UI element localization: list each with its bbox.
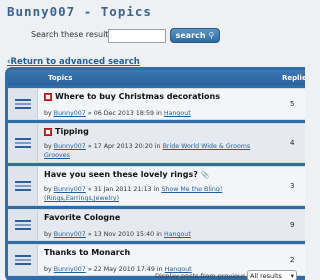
- topic-title[interactable]: Favorite Cologne: [44, 213, 276, 222]
- new-post-icon[interactable]: [44, 92, 52, 101]
- header-topics: Topics: [48, 74, 73, 82]
- page-title: Bunny007 - Topics: [7, 4, 152, 19]
- topic-replies: 5: [290, 100, 295, 108]
- search-label: Search these results:: [31, 30, 116, 39]
- topic-author-link[interactable]: Bunny007: [54, 186, 86, 193]
- topic-author-link[interactable]: Bunny007: [54, 231, 86, 238]
- topic-title[interactable]: Tipping: [44, 127, 276, 136]
- topic-date: 06 Dec 2013 18:59: [93, 110, 155, 117]
- return-to-advanced-search-link[interactable]: ‹Return to advanced search: [7, 57, 140, 67]
- topic-icon-cell: [8, 124, 38, 162]
- return-link-label: Return to advanced search: [10, 57, 140, 67]
- topic-replies: 9: [290, 221, 295, 229]
- topic-replies: 3: [290, 182, 295, 190]
- topic-title[interactable]: Have you seen these lovely rings? 📎: [44, 170, 276, 179]
- header-replies: Replies: [282, 74, 305, 82]
- search-icon: ⚲: [208, 31, 215, 40]
- topic-title[interactable]: Thanks to Monarch: [44, 248, 276, 257]
- chevron-down-icon: ▾: [290, 271, 294, 280]
- topic-icon-cell: [8, 167, 38, 205]
- topic-read-icon: [14, 138, 31, 148]
- display-posts-select[interactable]: All results ▾: [247, 270, 297, 280]
- topic-read-icon: [14, 255, 31, 265]
- search-row: Search these results: search ⚲: [0, 27, 300, 47]
- topic-row: Favorite Cologne by Bunny007 » 13 Nov 20…: [8, 209, 305, 241]
- new-post-icon[interactable]: [44, 127, 52, 136]
- display-filter-row: Display posts from previous All results …: [0, 270, 300, 280]
- attachment-icon: 📎: [200, 170, 210, 179]
- topic-title-text: Have you seen these lovely rings?: [44, 170, 198, 179]
- search-input[interactable]: [108, 29, 166, 43]
- topic-meta: by Bunny007 » 13 Nov 2010 15:40 in Hango…: [44, 231, 191, 238]
- topic-meta: by Bunny007 » 06 Dec 2013 18:59 in Hango…: [44, 110, 191, 117]
- topic-meta: by Bunny007 » 17 Apr 2013 20:20 in Bride…: [44, 143, 251, 159]
- topic-read-icon: [14, 181, 31, 191]
- topic-list-panel: Topics Replies Where to buy Christmas de…: [5, 67, 305, 280]
- display-posts-label: Display posts from previous: [155, 272, 246, 280]
- topic-list-header: Topics Replies: [8, 70, 305, 85]
- topic-title-text: Tipping: [55, 127, 89, 136]
- topic-read-icon: [14, 220, 31, 230]
- topic-title-text: Thanks to Monarch: [44, 248, 131, 257]
- topic-title-text: Where to buy Christmas decorations: [55, 92, 221, 101]
- search-button[interactable]: search ⚲: [170, 28, 220, 43]
- topic-row: Have you seen these lovely rings? 📎 by B…: [8, 166, 305, 206]
- topic-date: 17 Apr 2013 20:20: [93, 143, 153, 150]
- topic-read-icon: [14, 99, 31, 109]
- topic-title-text: Favorite Cologne: [44, 213, 121, 222]
- topic-title[interactable]: Where to buy Christmas decorations: [44, 92, 276, 101]
- topic-date: 13 Nov 2010 15:40: [93, 231, 155, 238]
- topic-author-link[interactable]: Bunny007: [54, 143, 86, 150]
- topic-replies: 4: [290, 139, 295, 147]
- topic-row: Where to buy Christmas decorations by Bu…: [8, 88, 305, 120]
- topic-author-link[interactable]: Bunny007: [54, 110, 86, 117]
- topic-forum-link[interactable]: Hangout: [164, 110, 191, 117]
- display-posts-select-value: All results: [250, 271, 282, 280]
- topic-forum-link[interactable]: Hangout: [164, 231, 191, 238]
- topic-date: 31 Jan 2011 21:13: [93, 186, 152, 193]
- topic-icon-cell: [8, 89, 38, 119]
- topic-meta: by Bunny007 » 31 Jan 2011 21:13 in Show …: [44, 186, 223, 202]
- topic-row: Tipping by Bunny007 » 17 Apr 2013 20:20 …: [8, 123, 305, 163]
- topic-icon-cell: [8, 210, 38, 240]
- search-button-label: search: [175, 31, 206, 40]
